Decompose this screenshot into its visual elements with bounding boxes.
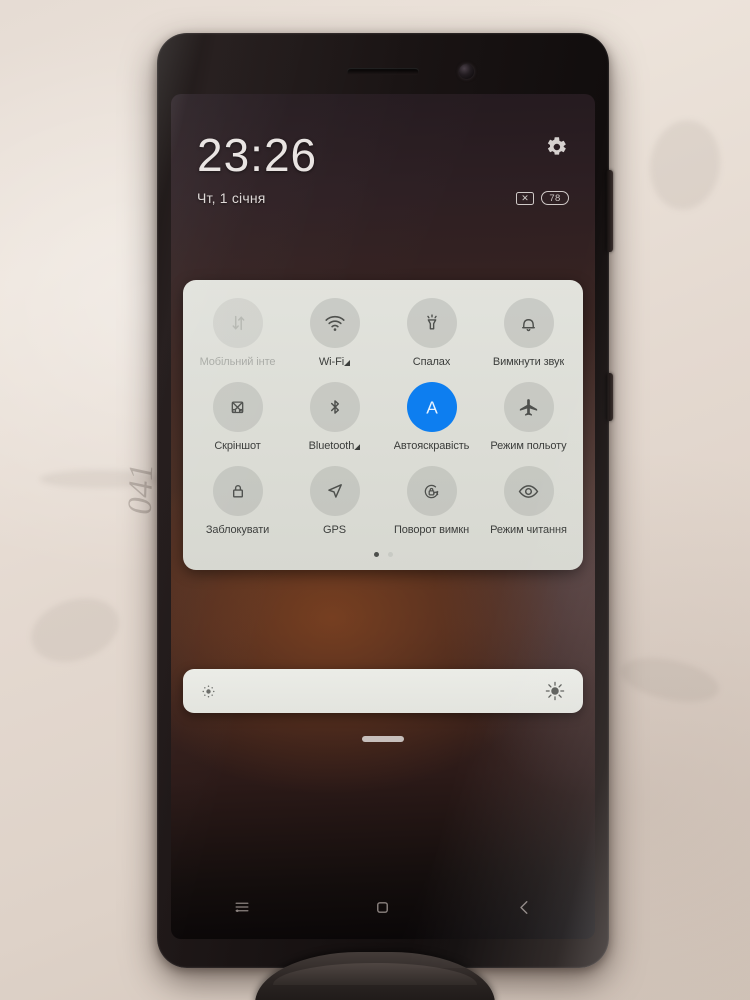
- airplane-icon: [519, 398, 538, 416]
- page-dot-active[interactable]: [373, 552, 379, 557]
- scissors-icon: [231, 400, 244, 413]
- earpiece-speaker: [347, 68, 419, 75]
- tile-icon-wrap: [406, 298, 457, 348]
- tile-label: Вимкнути звук: [492, 356, 565, 368]
- lock-icon: [232, 485, 243, 498]
- tile-gps[interactable]: GPS: [286, 466, 383, 550]
- tile-mute[interactable]: Вимкнути звук: [480, 298, 577, 382]
- page-dot[interactable]: [387, 552, 393, 557]
- sim-off-icon: ✕: [516, 191, 534, 205]
- battery-indicator: 78: [541, 191, 569, 205]
- tile-flashlight[interactable]: Спалах: [383, 298, 480, 382]
- tile-label: Режим польоту: [490, 440, 567, 452]
- tile-icon-wrap: [503, 382, 554, 432]
- tile-label: Bluetooth◢: [309, 440, 361, 452]
- tile-icon-wrap: [309, 466, 360, 516]
- tile-bluetooth[interactable]: Bluetooth◢: [286, 382, 383, 466]
- tile-rotation-lock[interactable]: Поворот вимкн: [383, 466, 480, 550]
- tile-icon-wrap: A: [406, 382, 457, 432]
- status-subrow: Чт, 1 січня ✕ 78: [197, 190, 569, 206]
- settings-gear-button[interactable]: [543, 134, 569, 160]
- tile-lock[interactable]: Заблокувати: [189, 466, 286, 550]
- tile-label: Скріншот: [214, 440, 261, 452]
- tile-label: Поворот вимкн: [393, 524, 470, 536]
- tile-icon-wrap: [503, 466, 554, 516]
- bell-icon: [522, 318, 535, 331]
- pencil-mark: 041: [121, 462, 161, 516]
- tile-icon-wrap: [406, 466, 457, 516]
- tile-icon-wrap: [212, 466, 263, 516]
- svg-text:A: A: [426, 398, 438, 418]
- quick-settings-panel: Мобільний інте Wi-Fi◢ Спалах Вимкнути зв…: [183, 280, 583, 570]
- tile-label-text: Bluetooth: [308, 440, 355, 452]
- tile-label-suffix: ◢: [354, 442, 361, 451]
- power-button[interactable]: [606, 373, 613, 421]
- wifi-icon: [324, 315, 345, 331]
- date-label: Чт, 1 січня: [197, 190, 266, 206]
- flashlight-icon: [426, 314, 437, 330]
- page-indicator: [189, 550, 577, 562]
- tile-icon-wrap: [212, 298, 263, 348]
- brightness-slider[interactable]: [183, 669, 583, 713]
- tile-label: Wi-Fi◢: [319, 356, 350, 368]
- tile-reading-mode[interactable]: Режим читання: [480, 466, 577, 550]
- volume-rocker-button[interactable]: [606, 170, 613, 252]
- desk-scuff: [616, 650, 724, 710]
- eye-icon: [518, 484, 539, 498]
- tile-icon-wrap: [212, 382, 263, 432]
- panel-drag-handle[interactable]: [362, 736, 404, 742]
- tile-icon-wrap: [309, 298, 360, 348]
- tile-icon-wrap: [503, 298, 554, 348]
- gear-icon: [547, 137, 566, 155]
- photo-background: 041 23:26 Чт, 1 січня ✕ 78 Мобільний інт…: [0, 0, 750, 1000]
- quick-settings-row: Мобільний інте Wi-Fi◢ Спалах Вимкнути зв…: [189, 298, 577, 382]
- tile-airplane-mode[interactable]: Режим польоту: [480, 382, 577, 466]
- quick-settings-row: Заблокувати GPS Поворот вимкн Режим чита…: [189, 466, 577, 550]
- auto-brightness-icon: A: [426, 398, 438, 418]
- front-camera: [459, 64, 474, 79]
- tile-label-text: Wi-Fi: [318, 356, 345, 368]
- back-button[interactable]: [502, 890, 546, 924]
- desk-scuff: [644, 115, 726, 215]
- tile-auto-brightness[interactable]: A Автояскравість: [383, 382, 480, 466]
- tile-wifi[interactable]: Wi-Fi◢: [286, 298, 383, 382]
- status-icons: ✕ 78: [516, 191, 569, 205]
- quick-settings-row: Скріншот Bluetooth◢ A Автояскравість Реж…: [189, 382, 577, 466]
- tile-screenshot[interactable]: Скріншот: [189, 382, 286, 466]
- tile-label: Мобільний інте: [199, 356, 276, 368]
- home-square-icon: [377, 901, 389, 913]
- menu-recents-icon: [235, 902, 249, 912]
- tile-icon-wrap: [309, 382, 360, 432]
- back-chevron-icon: [520, 900, 528, 914]
- tile-label: Автояскравість: [393, 440, 470, 452]
- mobile-data-icon: [232, 315, 244, 331]
- tile-label: Режим читання: [490, 524, 567, 536]
- tile-label: GPS: [323, 524, 346, 536]
- bluetooth-icon: [330, 400, 339, 414]
- clock-time: 23:26: [197, 129, 318, 181]
- phone-device: 23:26 Чт, 1 січня ✕ 78 Мобільний інте Wi…: [157, 33, 613, 968]
- tile-label: Спалах: [412, 356, 451, 368]
- phone-screen[interactable]: 23:26 Чт, 1 січня ✕ 78 Мобільний інте Wi…: [171, 94, 595, 939]
- tile-label: Заблокувати: [205, 524, 270, 536]
- navigation-bar: [171, 875, 595, 939]
- tile-mobile-data[interactable]: Мобільний інте: [189, 298, 286, 382]
- tile-label-suffix: ◢: [344, 358, 351, 367]
- recents-button[interactable]: [220, 890, 264, 924]
- home-button[interactable]: [361, 890, 405, 924]
- brightness-low-icon: [202, 685, 215, 697]
- rotation-lock-icon: [424, 484, 439, 498]
- location-arrow-icon: [328, 483, 342, 498]
- brightness-high-icon: [545, 681, 565, 701]
- status-header: 23:26 Чт, 1 січня ✕ 78: [171, 94, 595, 206]
- stand-lip: [273, 963, 477, 985]
- desk-scuff: [22, 587, 128, 673]
